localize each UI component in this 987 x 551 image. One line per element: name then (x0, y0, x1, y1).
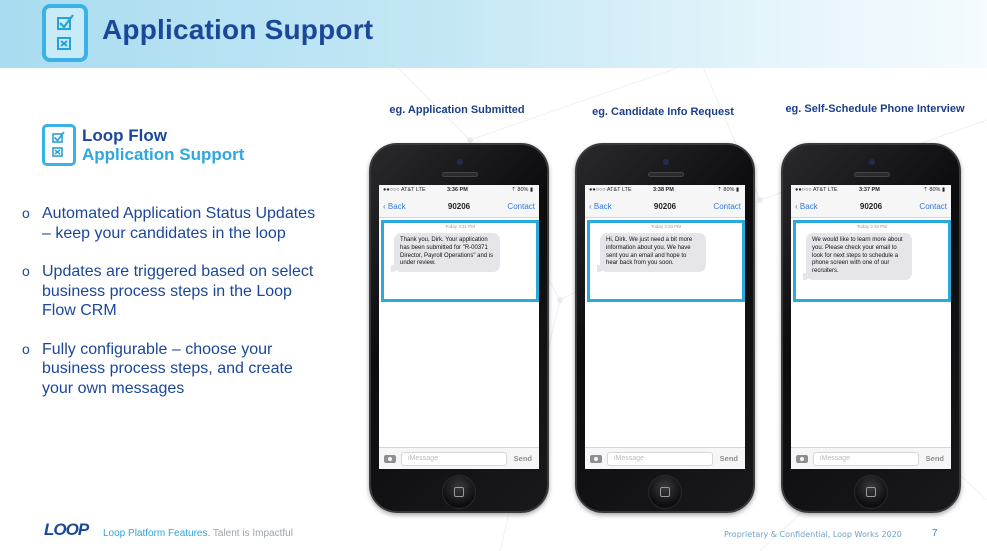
contact-button[interactable]: Contact (713, 202, 741, 211)
checklist-icon (42, 124, 76, 166)
feature-text: Updates are triggered based on select bu… (42, 263, 314, 319)
message-timestamp: Today 3:32 PM (856, 224, 888, 229)
feature-item: o Automated Application Status Updates –… (22, 204, 322, 243)
message-highlight: Today 3:31 PM Thank you, Dirk. Your appl… (381, 220, 539, 302)
home-button[interactable] (442, 475, 476, 509)
brand-subtitle: Application Support (82, 145, 245, 164)
message-bubble: Hi, Dirk. We just need a bit more inform… (597, 233, 706, 273)
slide-header: Application Support (0, 0, 987, 68)
phone-caption: eg. Self-Schedule Phone Interview (785, 103, 965, 115)
feature-text: Automated Application Status Updates – k… (42, 205, 316, 242)
speaker-icon (442, 172, 478, 177)
camera-icon[interactable] (384, 455, 396, 463)
message-input[interactable]: iMessage (607, 452, 713, 466)
phone-screen: ●●○○○ AT&T LTE 3:38 PM ⇡ 80% ▮ ‹ Back 90… (585, 185, 745, 469)
battery-indicator: ⇡ 80% ▮ (511, 187, 533, 193)
carrier-label: ●●○○○ AT&T LTE (795, 187, 838, 193)
send-button[interactable]: Send (720, 454, 738, 463)
tagline-secondary: Talent is Impactful (210, 528, 293, 539)
message-bubble: We would like to learn more about you. P… (803, 233, 912, 280)
status-bar: ●●○○○ AT&T LTE 3:36 PM ⇡ 80% ▮ (379, 185, 539, 196)
nav-bar: ‹ Back 90206 Contact (379, 196, 539, 218)
home-square-icon (866, 487, 876, 497)
message-input[interactable]: iMessage (813, 452, 919, 466)
phone-caption: eg. Candidate Info Request (592, 106, 734, 118)
status-time: 3:38 PM (653, 187, 674, 193)
bullet-marker: o (22, 340, 30, 357)
message-text: We would like to learn more about you. P… (812, 237, 903, 275)
carrier-label: ●●○○○ AT&T LTE (589, 187, 632, 193)
status-time: 3:37 PM (859, 187, 880, 193)
bubble-tail (597, 265, 604, 273)
loop-logo: LOOP (44, 520, 89, 539)
status-time: 3:36 PM (447, 187, 468, 193)
message-input-bar: iMessage Send (379, 447, 539, 469)
feature-item: o Updates are triggered based on select … (22, 262, 322, 321)
bullet-marker: o (22, 205, 30, 221)
home-square-icon (660, 487, 670, 497)
brand-title: Loop Flow (82, 126, 167, 145)
camera-icon[interactable] (796, 455, 808, 463)
page-title: Application Support (102, 14, 374, 45)
phone-mockup: ●●○○○ AT&T LTE 3:37 PM ⇡ 80% ▮ ‹ Back 90… (781, 143, 961, 513)
message-input-bar: iMessage Send (791, 447, 951, 469)
phone-mockup: ●●○○○ AT&T LTE 3:36 PM ⇡ 80% ▮ ‹ Back 90… (369, 143, 549, 513)
status-bar: ●●○○○ AT&T LTE 3:38 PM ⇡ 80% ▮ (585, 185, 745, 196)
page-number: 7 (932, 528, 938, 539)
message-timestamp: Today 3:33 PM (650, 224, 682, 229)
front-camera-icon (663, 159, 669, 165)
camera-icon[interactable] (590, 455, 602, 463)
message-highlight: Today 3:32 PM We would like to learn mor… (793, 220, 951, 302)
feature-item: o Fully configurable – choose your busin… (22, 340, 322, 399)
message-text: Hi, Dirk. We just need a bit more inform… (606, 237, 693, 267)
home-button[interactable] (648, 475, 682, 509)
message-text: Thank you, Dirk. Your application has be… (400, 237, 494, 267)
confidential-notice: Proprietary & Confidential, Loop Works 2… (724, 530, 902, 539)
send-button[interactable]: Send (926, 454, 944, 463)
carrier-label: ●●○○○ AT&T LTE (383, 187, 426, 193)
feature-text: Fully configurable – choose your busines… (42, 340, 293, 397)
footer-tagline: Loop Platform Features. Talent is Impact… (103, 528, 293, 539)
battery-indicator: ⇡ 80% ▮ (923, 187, 945, 193)
front-camera-icon (457, 159, 463, 165)
bullet-marker: o (22, 263, 30, 279)
speaker-icon (648, 172, 684, 177)
speaker-icon (854, 172, 890, 177)
home-square-icon (454, 487, 464, 497)
contact-button[interactable]: Contact (507, 202, 535, 211)
phone-screen: ●●○○○ AT&T LTE 3:37 PM ⇡ 80% ▮ ‹ Back 90… (791, 185, 951, 469)
phone-screen: ●●○○○ AT&T LTE 3:36 PM ⇡ 80% ▮ ‹ Back 90… (379, 185, 539, 469)
bubble-tail (803, 272, 810, 280)
message-input-bar: iMessage Send (585, 447, 745, 469)
message-timestamp: Today 3:31 PM (444, 224, 476, 229)
home-button[interactable] (854, 475, 888, 509)
checklist-icon (42, 4, 88, 62)
tagline-primary: Loop Platform Features. (103, 528, 211, 539)
message-input[interactable]: iMessage (401, 452, 507, 466)
nav-bar: ‹ Back 90206 Contact (585, 196, 745, 218)
send-button[interactable]: Send (514, 454, 532, 463)
bubble-tail (391, 265, 398, 273)
phone-mockup: ●●○○○ AT&T LTE 3:38 PM ⇡ 80% ▮ ‹ Back 90… (575, 143, 755, 513)
contact-button[interactable]: Contact (919, 202, 947, 211)
message-highlight: Today 3:33 PM Hi, Dirk. We just need a b… (587, 220, 745, 302)
phone-caption: eg. Application Submitted (389, 104, 525, 116)
feature-list: o Automated Application Status Updates –… (22, 204, 322, 417)
nav-bar: ‹ Back 90206 Contact (791, 196, 951, 218)
front-camera-icon (869, 159, 875, 165)
battery-indicator: ⇡ 80% ▮ (717, 187, 739, 193)
message-bubble: Thank you, Dirk. Your application has be… (391, 233, 500, 273)
status-bar: ●●○○○ AT&T LTE 3:37 PM ⇡ 80% ▮ (791, 185, 951, 196)
